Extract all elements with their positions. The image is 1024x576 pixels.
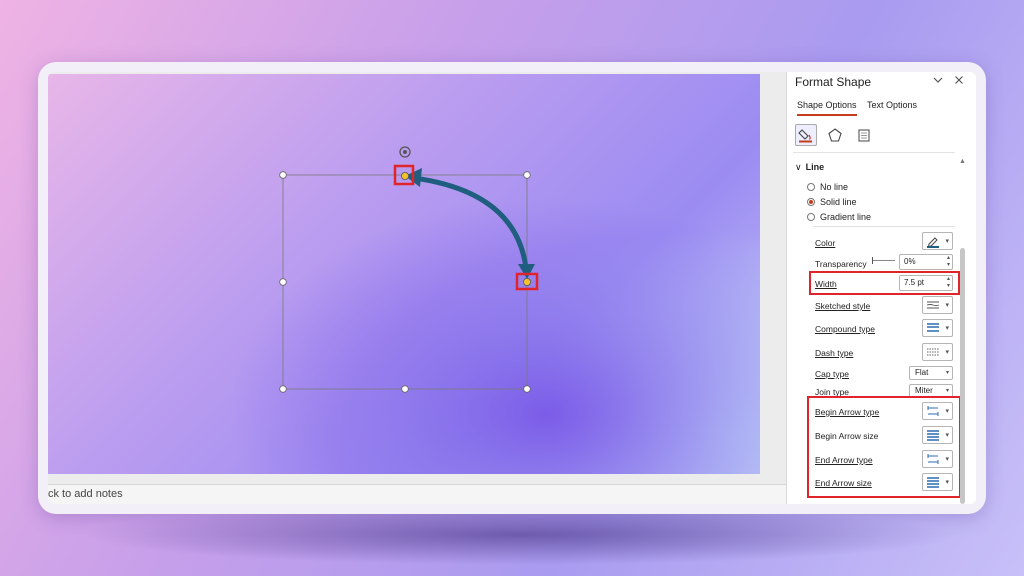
transparency-slider[interactable] bbox=[873, 260, 895, 261]
pane-divider bbox=[793, 152, 955, 153]
scrollbar-thumb[interactable] bbox=[960, 248, 965, 504]
canvas-vertical-scrollbar[interactable] bbox=[762, 72, 784, 482]
resize-handle-top-right bbox=[523, 171, 531, 179]
slide-canvas-area: ck to add notes bbox=[48, 72, 786, 504]
rotation-handle[interactable] bbox=[399, 146, 411, 158]
background-shadow bbox=[80, 505, 960, 565]
resize-handle-left bbox=[279, 278, 287, 286]
slide-drawing bbox=[279, 146, 539, 393]
highlight-arrow-settings bbox=[807, 396, 961, 498]
cap-type-label: Cap type bbox=[815, 369, 850, 379]
dash-lines-icon bbox=[927, 348, 939, 356]
sketched-style-dropdown[interactable]: ▾ bbox=[922, 296, 953, 314]
radio-label: Gradient line bbox=[820, 212, 872, 222]
cap-type-dropdown[interactable]: Flat ▾ bbox=[909, 366, 953, 380]
pane-title: Format Shape bbox=[795, 75, 872, 89]
compound-lines-icon bbox=[927, 323, 939, 332]
line-section-label: Line bbox=[805, 162, 825, 172]
radio-button[interactable] bbox=[807, 213, 815, 221]
color-dropdown[interactable]: ▾ bbox=[922, 232, 953, 250]
pane-scrollbar[interactable]: ▲ bbox=[959, 158, 967, 504]
compound-type-label: Compound type bbox=[815, 324, 876, 334]
chevron-down-icon: ▾ bbox=[945, 302, 949, 309]
radio-label: No line bbox=[820, 182, 849, 192]
radio-gradient-line[interactable]: Gradient line bbox=[807, 212, 871, 222]
radio-solid-line[interactable]: Solid line bbox=[807, 197, 857, 207]
arrowhead-end bbox=[518, 264, 535, 279]
chevron-down-icon: ▾ bbox=[945, 388, 949, 394]
chevron-down-icon[interactable] bbox=[933, 74, 943, 88]
tab-text-options[interactable]: Text Options bbox=[867, 100, 917, 110]
transparency-spinner[interactable]: 0% ▴ ▾ bbox=[899, 254, 953, 270]
highlight-width bbox=[809, 271, 960, 295]
slide[interactable] bbox=[48, 74, 760, 474]
resize-handle-bottom-left bbox=[279, 385, 287, 393]
join-type-value: Miter bbox=[915, 386, 933, 395]
chevron-down-icon: ▾ bbox=[945, 370, 949, 376]
transparency-value: 0% bbox=[904, 257, 916, 266]
sketched-lines-icon bbox=[926, 301, 940, 309]
size-properties-icon[interactable] bbox=[853, 124, 875, 146]
radio-button[interactable] bbox=[807, 183, 815, 191]
transparency-label: Transparency bbox=[815, 259, 867, 269]
chevron-down-icon: ∨ bbox=[795, 162, 802, 172]
resize-handle-bottom bbox=[401, 385, 409, 393]
curved-arrow-line bbox=[413, 175, 529, 269]
app-frame: ck to add notes Format Shape Shape Optio… bbox=[38, 62, 986, 514]
fill-line-icon[interactable] bbox=[795, 124, 817, 146]
format-shape-pane: Format Shape Shape Options Text Options … bbox=[786, 72, 976, 504]
dash-type-dropdown[interactable]: ▾ bbox=[922, 343, 953, 361]
compound-type-dropdown[interactable]: ▾ bbox=[922, 319, 953, 337]
tab-shape-options[interactable]: Shape Options bbox=[797, 100, 857, 116]
scroll-up-icon[interactable]: ▲ bbox=[959, 158, 966, 165]
powerpoint-window: ck to add notes Format Shape Shape Optio… bbox=[48, 72, 976, 504]
sketched-style-label: Sketched style bbox=[815, 301, 871, 311]
endpoint-handle-begin bbox=[400, 172, 409, 181]
notes-pane[interactable]: ck to add notes bbox=[48, 484, 786, 504]
dash-type-label: Dash type bbox=[815, 348, 854, 358]
spinner-arrows[interactable]: ▴ ▾ bbox=[947, 255, 950, 269]
radio-no-line[interactable]: No line bbox=[807, 182, 848, 192]
slider-thumb[interactable] bbox=[872, 257, 873, 264]
chevron-down-icon: ▾ bbox=[945, 238, 949, 245]
cap-type-value: Flat bbox=[915, 368, 929, 377]
close-icon[interactable] bbox=[954, 74, 964, 88]
radio-button[interactable] bbox=[807, 198, 815, 206]
color-label: Color bbox=[815, 238, 836, 248]
resize-handle-top-left bbox=[279, 171, 287, 179]
notes-placeholder: ck to add notes bbox=[48, 488, 123, 500]
pen-color-icon bbox=[927, 236, 939, 248]
line-section-header[interactable]: ∨ Line bbox=[795, 162, 824, 173]
effects-pentagon-icon[interactable] bbox=[824, 124, 846, 146]
chevron-down-icon: ▾ bbox=[945, 325, 949, 332]
radio-label: Solid line bbox=[820, 197, 857, 207]
resize-handle-bottom-right bbox=[523, 385, 531, 393]
endpoint-handle-end bbox=[522, 277, 531, 286]
chevron-down-icon: ▾ bbox=[945, 349, 949, 356]
section-divider bbox=[813, 226, 955, 227]
